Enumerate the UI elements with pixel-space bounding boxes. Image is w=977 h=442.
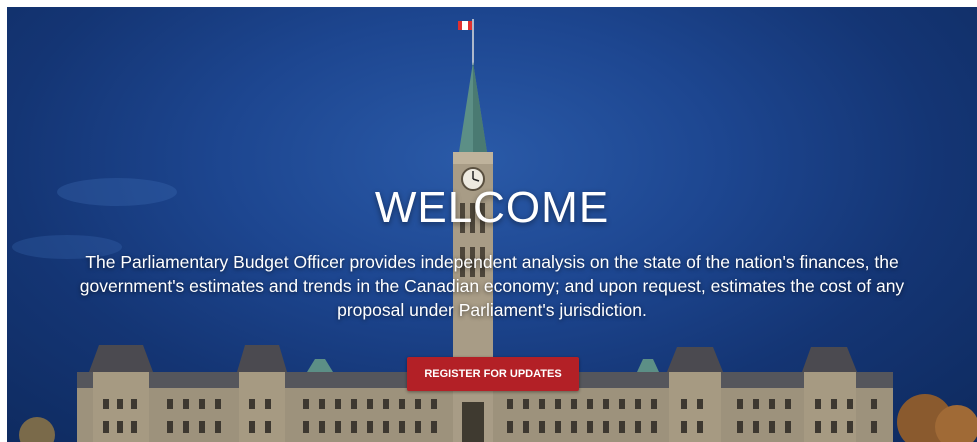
hero-content: WELCOME The Parliamentary Budget Officer… (7, 7, 977, 442)
hero-banner: WELCOME The Parliamentary Budget Officer… (7, 7, 977, 442)
register-for-updates-button[interactable]: REGISTER FOR UPDATES (407, 357, 579, 391)
page-title: WELCOME (374, 183, 610, 232)
hero-description: The Parliamentary Budget Officer provide… (79, 252, 905, 320)
